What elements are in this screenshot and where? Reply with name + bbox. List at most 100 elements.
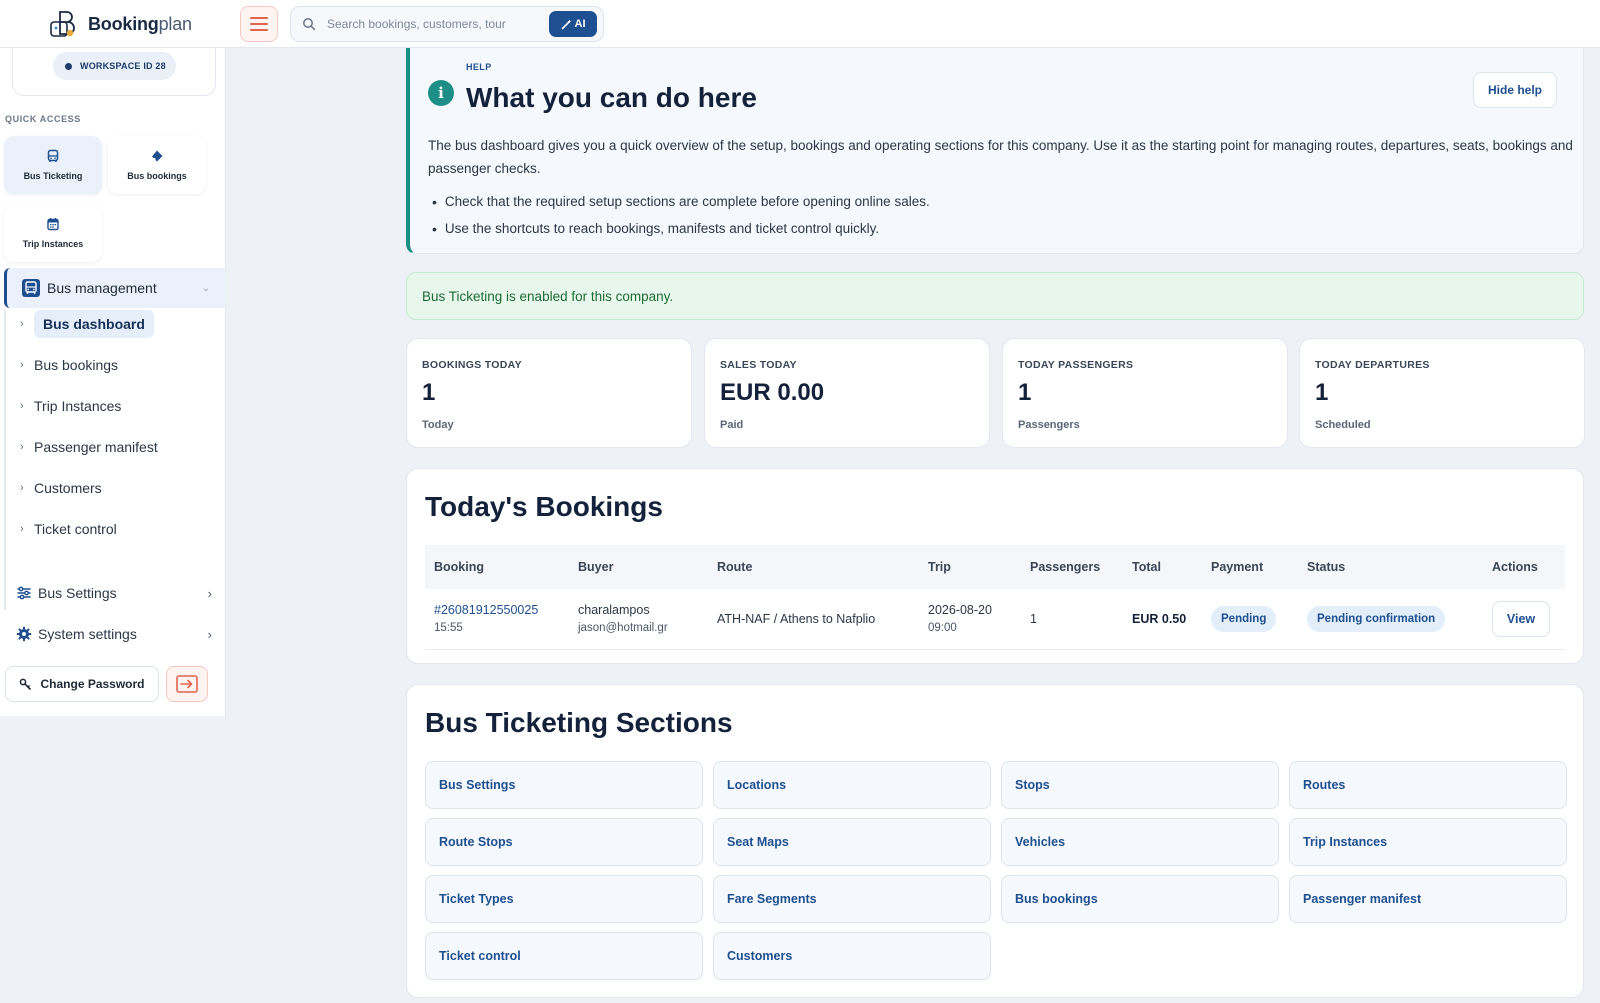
quick-access-trip-instances[interactable]: Trip Instances (4, 204, 102, 262)
quick-access-title: QUICK ACCESS (5, 114, 81, 124)
sidebar-item-label: Bus bookings (34, 357, 119, 373)
chevron-right-icon: › (20, 400, 24, 412)
section-link-bus-bookings[interactable]: Bus bookings (1001, 875, 1279, 923)
bookingplan-logo-icon (50, 11, 75, 37)
help-kicker: HELP (466, 62, 492, 72)
column-header: Trip (919, 545, 1021, 589)
section-link-trip-instances[interactable]: Trip Instances (1289, 818, 1567, 866)
gear-icon (16, 626, 32, 642)
sidebar: WORKSPACE ID 28 QUICK ACCESS Bus Ticketi… (0, 48, 226, 716)
search-input[interactable] (327, 17, 537, 31)
section-link-fare-segments[interactable]: Fare Segments (713, 875, 991, 923)
kpi-label: BOOKINGS TODAY (422, 359, 522, 371)
hamburger-icon (250, 17, 268, 19)
section-link-ticket-control[interactable]: Ticket control (425, 932, 703, 980)
sidebar-item-label: Trip Instances (34, 398, 122, 414)
section-link-bus-settings[interactable]: Bus Settings (425, 761, 703, 809)
payment-badge: Pending (1211, 605, 1277, 632)
column-header: Actions (1483, 545, 1565, 589)
section-link-seat-maps[interactable]: Seat Maps (713, 818, 991, 866)
ai-button[interactable]: AI (549, 11, 597, 37)
help-body: The bus dashboard gives you a quick over… (428, 138, 1573, 176)
sidebar-item-bus-management[interactable]: Bus management ⌄ (4, 268, 226, 308)
bus-front-icon (22, 279, 40, 297)
menu-toggle-button[interactable] (240, 6, 278, 42)
kpi-sales-today: SALES TODAY EUR 0.00 Paid (704, 338, 990, 448)
magic-wand-icon (561, 19, 571, 29)
sidebar-group-label: System settings (38, 626, 137, 642)
help-bullet: Check that the required setup sections a… (428, 188, 930, 215)
sidebar-item-passenger-manifest[interactable]: › Passenger manifest (20, 433, 158, 461)
sidebar-group-system-settings[interactable]: System settings › (16, 620, 212, 648)
kpi-sub: Paid (720, 419, 744, 431)
brand-logo[interactable]: Bookingplan (48, 8, 238, 40)
passengers-cell: 1 (1021, 589, 1123, 650)
sidebar-group-bus-settings[interactable]: Bus Settings › (16, 579, 212, 607)
sidebar-item-trip-instances[interactable]: › Trip Instances (20, 392, 121, 420)
help-bullets: Check that the required setup sections a… (428, 188, 930, 242)
hide-help-button[interactable]: Hide help (1473, 72, 1557, 108)
calendar-icon (47, 218, 59, 231)
quick-access-label: Bus bookings (127, 171, 187, 181)
help-panel: i HELP What you can do here Hide help Th… (406, 48, 1584, 254)
kpi-bookings-today: BOOKINGS TODAY 1 Today (406, 338, 692, 448)
quick-access-bus-bookings[interactable]: Bus bookings (108, 136, 206, 194)
change-password-button[interactable]: Change Password (5, 666, 159, 702)
logout-button[interactable] (166, 666, 208, 702)
sidebar-item-label: Bus management (47, 280, 157, 296)
quick-access-label: Bus Ticketing (23, 171, 83, 181)
buyer-name: charalampos (578, 603, 650, 618)
section-link-customers[interactable]: Customers (713, 932, 991, 980)
key-icon (20, 678, 32, 690)
column-header: Route (708, 545, 919, 589)
kpi-value: 1 (1315, 379, 1329, 406)
workspace-card: WORKSPACE ID 28 (12, 48, 216, 96)
sidebar-item-customers[interactable]: › Customers (20, 474, 102, 502)
sidebar-item-label: Customers (34, 480, 102, 496)
sidebar-item-bus-bookings[interactable]: › Bus bookings (20, 351, 118, 379)
ticket-icon (152, 150, 163, 162)
chevron-right-icon: › (20, 482, 24, 494)
status-badge: Pending confirmation (1307, 605, 1446, 632)
workspace-badge[interactable]: WORKSPACE ID 28 (53, 52, 176, 80)
column-header: Payment (1202, 545, 1298, 589)
booking-id-link[interactable]: #26081912550025 (434, 603, 538, 617)
section-link-ticket-types[interactable]: Ticket Types (425, 875, 703, 923)
kpi-sub: Today (422, 419, 454, 431)
trip-time: 09:00 (928, 622, 957, 635)
kpi-label: SALES TODAY (720, 359, 797, 371)
chevron-right-icon: › (207, 626, 212, 642)
top-bar: Bookingplan AI (0, 0, 1600, 48)
workspace-label: WORKSPACE ID 28 (80, 61, 166, 71)
info-icon: i (428, 80, 454, 106)
section-link-passenger-manifest[interactable]: Passenger manifest (1289, 875, 1567, 923)
global-search: AI (290, 6, 604, 42)
bus-icon (47, 149, 59, 162)
ai-button-label: AI (574, 18, 586, 30)
section-link-routes[interactable]: Routes (1289, 761, 1567, 809)
status-alert: Bus Ticketing is enabled for this compan… (406, 272, 1584, 320)
sidebar-item-label: Bus dashboard (34, 310, 154, 338)
view-booking-button[interactable]: View (1492, 600, 1550, 637)
sidebar-group-label: Bus Settings (38, 585, 117, 601)
section-link-locations[interactable]: Locations (713, 761, 991, 809)
quick-access-bus-ticketing[interactable]: Bus Ticketing (4, 136, 102, 194)
kpi-today-passengers: TODAY PASSENGERS 1 Passengers (1002, 338, 1288, 448)
column-header: Buyer (569, 545, 708, 589)
route-cell: ATH-NAF / Athens to Nafplio (708, 589, 919, 650)
quick-access-label: Trip Instances (22, 239, 84, 249)
sidebar-item-bus-dashboard[interactable]: › Bus dashboard (20, 310, 154, 338)
section-link-stops[interactable]: Stops (1001, 761, 1279, 809)
section-link-route-stops[interactable]: Route Stops (425, 818, 703, 866)
section-link-vehicles[interactable]: Vehicles (1001, 818, 1279, 866)
bus-ticketing-sections-card: Bus Ticketing Sections Bus Settings Loca… (406, 684, 1584, 998)
kpi-sub: Scheduled (1315, 419, 1371, 431)
total-cell: EUR 0.50 (1123, 589, 1202, 650)
chevron-right-icon: › (20, 441, 24, 453)
nav-divider (4, 310, 6, 610)
todays-bookings-card: Today's Bookings Booking Buyer Route Tri… (406, 468, 1584, 664)
search-icon (291, 17, 327, 31)
booking-time: 15:55 (434, 622, 463, 635)
sidebar-item-ticket-control[interactable]: › Ticket control (20, 515, 117, 543)
column-header: Passengers (1021, 545, 1123, 589)
